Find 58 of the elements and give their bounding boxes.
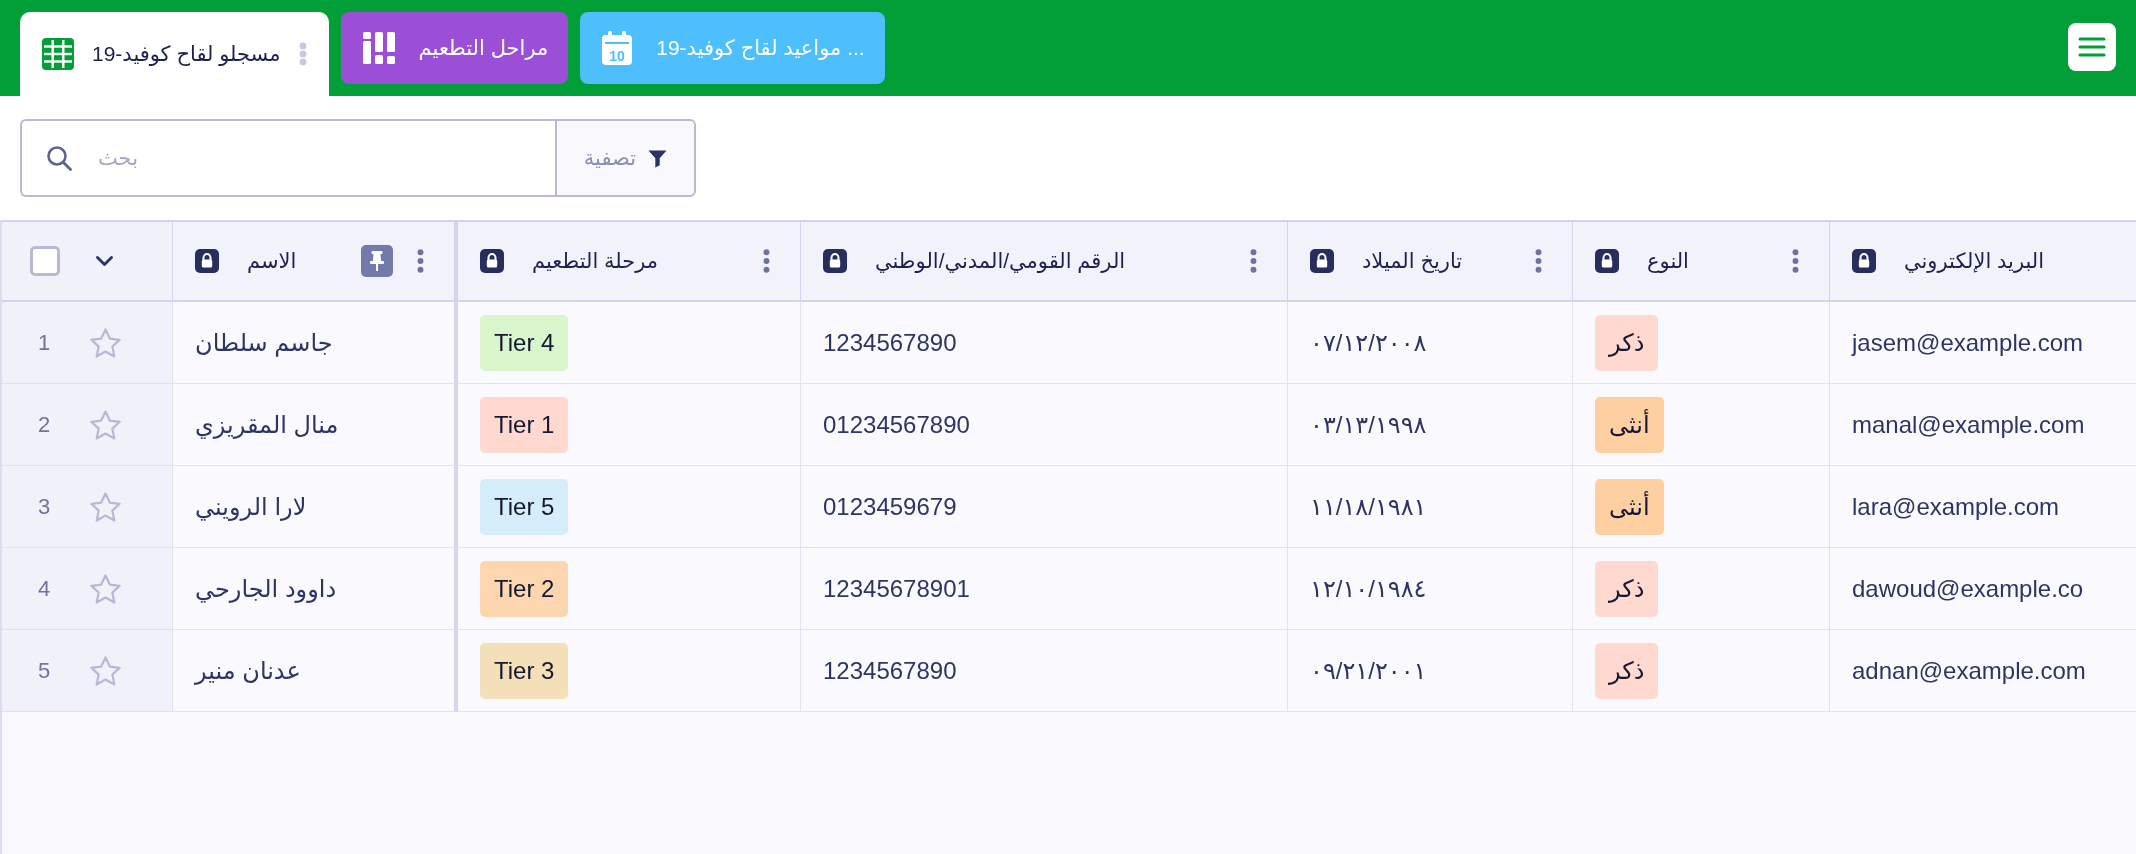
tab[interactable]: مسجلو لقاح كوفيد-19: [20, 12, 329, 96]
menu-button[interactable]: [2068, 23, 2116, 71]
table-cell: ١٢/١٠/١٩٨٤: [1288, 548, 1573, 630]
table-cell: داوود الجارحي: [173, 548, 458, 630]
menu-icon: [2078, 37, 2106, 57]
category-tag: أنثى: [1595, 396, 1664, 453]
table-cell: 1234567890: [801, 630, 1288, 712]
kebab-menu-icon[interactable]: [1535, 249, 1542, 273]
table-cell: منال المقريزي: [173, 384, 458, 466]
category-tag: ذكر: [1595, 642, 1659, 699]
table-cell: جاسم سلطان: [173, 302, 458, 384]
row-number: 5: [38, 657, 51, 684]
star-icon[interactable]: [90, 491, 122, 522]
row-number: 3: [38, 493, 51, 520]
table-cell: 12345678901: [801, 548, 1288, 630]
column-title: النوع: [1647, 249, 1689, 273]
chevron-down-icon[interactable]: [96, 256, 113, 266]
search-icon: [46, 145, 72, 171]
column-title: الاسم: [247, 249, 297, 273]
category-tag: أنثى: [1595, 478, 1664, 535]
table-cell: ٠٩/٢١/٢٠٠١: [1288, 630, 1573, 712]
row-number: 2: [38, 411, 51, 438]
column-title: تاريخ الميلاد: [1362, 249, 1463, 273]
kebab-menu-icon[interactable]: [763, 249, 770, 273]
columns-icon: [362, 32, 395, 64]
pin-icon[interactable]: [361, 245, 393, 277]
category-tag: ذكر: [1595, 314, 1659, 371]
category-tag: ذكر: [1595, 560, 1659, 617]
star-icon[interactable]: [90, 655, 122, 686]
table-cell: ٠٧/١٢/٢٠٠٨: [1288, 302, 1573, 384]
search-field[interactable]: بحث: [20, 119, 555, 197]
category-tag: Tier 4: [480, 314, 569, 371]
category-tag: Tier 3: [480, 642, 569, 699]
kebab-menu-icon[interactable]: [1250, 249, 1257, 273]
table-cell: 01234567890: [801, 384, 1288, 466]
tab[interactable]: مراحل التطعيم: [340, 12, 569, 84]
column-title: مرحلة التطعيم: [532, 249, 659, 273]
row-number: 1: [38, 329, 51, 356]
column-title: البريد الإلكتروني: [1904, 249, 2045, 273]
table-cell: عدنان منير: [173, 630, 458, 712]
row-number: 4: [38, 575, 51, 602]
star-icon[interactable]: [90, 409, 122, 440]
table-cell: ١١/١٨/١٩٨١: [1288, 466, 1573, 548]
category-tag: Tier 1: [480, 396, 569, 453]
star-icon[interactable]: [90, 573, 122, 604]
table-cell: 1234567890: [801, 302, 1288, 384]
filter-icon: [648, 148, 668, 168]
table-cell: 0123459679: [801, 466, 1288, 548]
select-all-checkbox[interactable]: [30, 246, 60, 276]
star-icon[interactable]: [90, 327, 122, 358]
category-tag: Tier 2: [480, 560, 569, 617]
table-cell: لارا الرويني: [173, 466, 458, 548]
category-tag: Tier 5: [480, 478, 569, 535]
kebab-menu-icon[interactable]: [417, 249, 424, 273]
column-title: الرقم القومي/المدني/الوطني: [875, 249, 1126, 273]
table-cell: ٠٣/١٣/١٩٩٨: [1288, 384, 1573, 466]
kebab-menu-icon[interactable]: [1792, 249, 1799, 273]
filter-button[interactable]: تصفية: [555, 119, 696, 197]
